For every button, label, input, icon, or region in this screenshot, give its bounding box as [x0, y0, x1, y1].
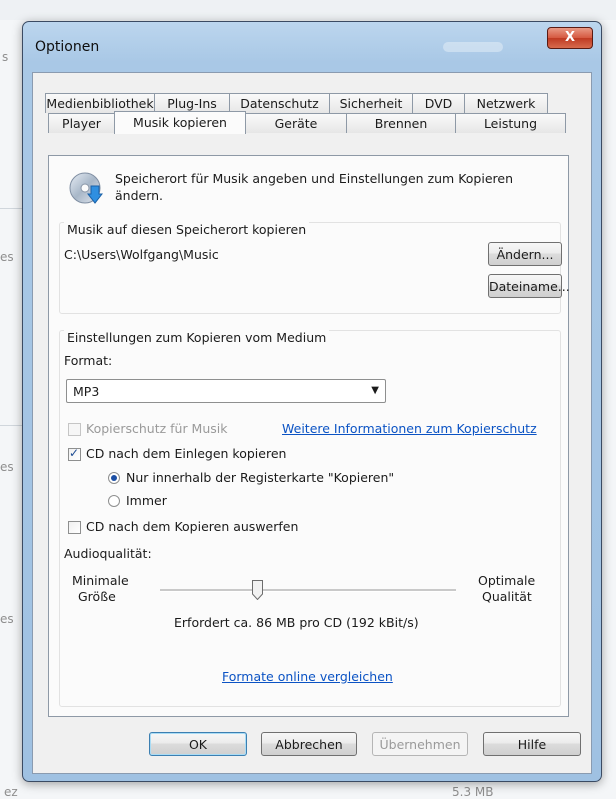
- music-path: C:\Users\Wolfgang\Music: [64, 247, 219, 262]
- tab-musik-kopieren[interactable]: Musik kopieren: [114, 111, 246, 134]
- copy-protect-checkbox[interactable]: [68, 423, 81, 436]
- format-label: Format:: [64, 353, 113, 368]
- cd-icon: [69, 172, 103, 204]
- compare-formats-link[interactable]: Formate online vergleichen: [222, 669, 393, 684]
- radio-only-rip-tab[interactable]: [108, 472, 120, 484]
- radio-always[interactable]: [108, 495, 120, 507]
- requirement-text: Erfordert ca. 86 MB pro CD (192 kBit/s): [174, 615, 419, 630]
- audio-quality-slider-thumb[interactable]: [252, 580, 264, 600]
- background-text-fragment: es: [0, 250, 14, 264]
- location-group-label: Musik auf diesen Speicherort kopieren: [64, 222, 310, 237]
- tab-panel-musik-kopieren: Speicherort für Musik angeben und Einste…: [48, 155, 570, 717]
- location-group: Musik auf diesen Speicherort kopieren C:…: [59, 222, 570, 314]
- tab-sicherheit[interactable]: Sicherheit: [329, 93, 413, 113]
- radio-always-label: Immer: [126, 493, 167, 508]
- tab-player[interactable]: Player: [48, 113, 115, 133]
- tab-geraete[interactable]: Geräte: [245, 113, 347, 133]
- radio-only-rip-tab-label: Nur innerhalb der Registerkarte "Kopiere…: [126, 470, 395, 485]
- copy-protect-info-link[interactable]: Weitere Informationen zum Kopierschutz: [282, 421, 537, 436]
- background-text-fragment: s: [2, 50, 9, 64]
- format-select[interactable]: MP3 ▼: [66, 379, 386, 403]
- background-text-fragment: es: [0, 460, 14, 474]
- tab-netzwerk[interactable]: Netzwerk: [464, 93, 548, 113]
- background-title-blur: [443, 42, 503, 52]
- radio-selected-dot: [111, 475, 117, 481]
- min-size-label-line2: Größe: [78, 589, 116, 604]
- background-window-top: [0, 0, 616, 20]
- tab-brennen[interactable]: Brennen: [346, 113, 456, 133]
- background-file-size: 5.3 MB: [452, 785, 494, 799]
- rip-on-insert-checkbox[interactable]: ✓: [68, 446, 81, 461]
- rip-settings-group-label: Einstellungen zum Kopieren vom Medium: [64, 330, 330, 345]
- rip-settings-group: Einstellungen zum Kopieren vom Medium Fo…: [59, 330, 561, 707]
- rip-on-insert-label: CD nach dem Einlegen kopieren: [86, 446, 287, 461]
- max-quality-label-line2: Qualität: [482, 589, 532, 604]
- background-text-fragment: ez: [4, 785, 18, 799]
- dialog-client-area: Medienbibliothek Plug-Ins Datenschutz Si…: [32, 72, 592, 774]
- tab-leistung[interactable]: Leistung: [455, 113, 566, 133]
- audio-quality-label: Audioqualität:: [64, 546, 152, 561]
- panel-description: Speicherort für Musik angeben und Einste…: [115, 171, 514, 203]
- copy-protect-label: Kopierschutz für Musik: [86, 421, 228, 436]
- format-select-value: MP3: [73, 384, 100, 399]
- filename-button[interactable]: Dateiname...: [488, 274, 570, 298]
- eject-after-rip-checkbox[interactable]: [68, 521, 81, 534]
- eject-after-rip-label: CD nach dem Kopieren auswerfen: [86, 519, 299, 534]
- apply-button[interactable]: Übernehmen: [372, 732, 468, 756]
- tab-datenschutz[interactable]: Datenschutz: [229, 93, 330, 113]
- help-button[interactable]: Hilfe: [483, 732, 581, 756]
- tab-dvd[interactable]: DVD: [412, 93, 465, 113]
- close-icon: X: [564, 30, 576, 45]
- tab-row-bottom: Player Musik kopieren Geräte Brennen Lei…: [48, 111, 566, 134]
- tab-plug-ins[interactable]: Plug-Ins: [154, 93, 230, 113]
- chevron-down-icon: ▼: [371, 385, 379, 396]
- background-text-fragment: es: [0, 612, 14, 626]
- change-location-button[interactable]: Ändern...: [488, 242, 562, 266]
- dialog-title: Optionen: [35, 39, 100, 55]
- dialog-titlebar[interactable]: Optionen X: [23, 22, 601, 70]
- cancel-button[interactable]: Abbrechen: [261, 732, 357, 756]
- max-quality-label-line1: Optimale: [478, 573, 536, 588]
- min-size-label-line1: Minimale: [72, 573, 129, 588]
- close-button[interactable]: X: [547, 27, 593, 49]
- tab-medienbibliothek[interactable]: Medienbibliothek: [45, 93, 155, 113]
- options-dialog: Optionen X Medienbibliothek Plug-Ins Dat…: [22, 21, 602, 782]
- ok-button[interactable]: OK: [149, 732, 247, 756]
- checkmark-icon: ✓: [69, 446, 80, 460]
- audio-quality-slider[interactable]: [160, 580, 456, 600]
